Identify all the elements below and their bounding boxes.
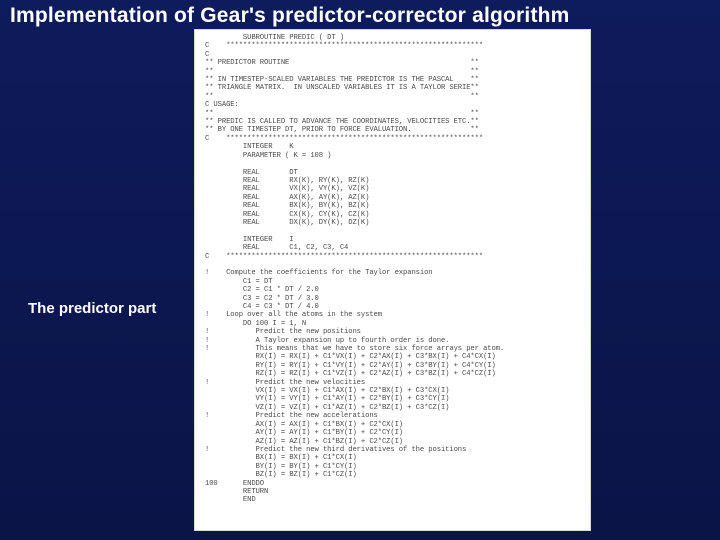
fortran-code-sheet: SUBROUTINE PREDIC ( DT ) C *************… (195, 30, 590, 530)
predictor-caption: The predictor part (28, 300, 156, 317)
slide-title: Implementation of Gear's predictor-corre… (10, 4, 570, 28)
slide: Implementation of Gear's predictor-corre… (0, 0, 720, 540)
fortran-code: SUBROUTINE PREDIC ( DT ) C *************… (195, 30, 590, 509)
